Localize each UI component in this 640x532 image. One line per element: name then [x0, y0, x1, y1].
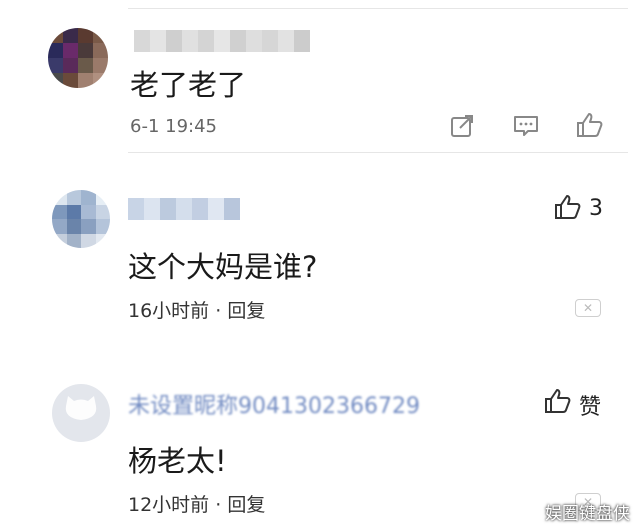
reply-button[interactable]: 回复: [227, 300, 265, 322]
default-avatar-icon: [65, 396, 97, 420]
comment-text: 杨老太!: [128, 444, 227, 478]
share-icon[interactable]: [450, 114, 476, 138]
comment-meta: 12小时前 · 回复: [128, 490, 265, 517]
avatar[interactable]: [52, 190, 110, 248]
thumbs-up-icon[interactable]: [576, 112, 604, 138]
comment-meta: 16小时前 · 回复: [128, 296, 265, 323]
meta-separator: ·: [215, 494, 222, 516]
comment-time: 12小时前: [128, 494, 210, 516]
comment-time: 16小时前: [128, 300, 210, 322]
username-blurred[interactable]: [134, 30, 310, 52]
comment-icon[interactable]: [513, 114, 539, 138]
close-icon[interactable]: ✕: [575, 299, 601, 317]
thumbs-up-icon[interactable]: [544, 388, 572, 414]
meta-separator: ·: [215, 300, 222, 322]
comment-text: 这个大妈是谁?: [128, 250, 318, 284]
username-blurred[interactable]: [128, 198, 240, 220]
avatar[interactable]: [48, 28, 108, 88]
comment-timestamp: 6-1 19:45: [130, 116, 217, 137]
comment-text: 老了老了: [130, 68, 247, 102]
like-label[interactable]: 赞: [579, 389, 601, 421]
username[interactable]: 未设置昵称9041302366729: [128, 388, 420, 420]
avatar[interactable]: [52, 384, 110, 442]
top-divider: [128, 8, 628, 9]
watermark: 娱圈键盘侠: [545, 504, 630, 524]
comment-divider: [128, 152, 628, 153]
like-count: 3: [589, 196, 603, 221]
thumbs-up-icon[interactable]: [554, 194, 582, 220]
reply-button[interactable]: 回复: [227, 494, 265, 516]
